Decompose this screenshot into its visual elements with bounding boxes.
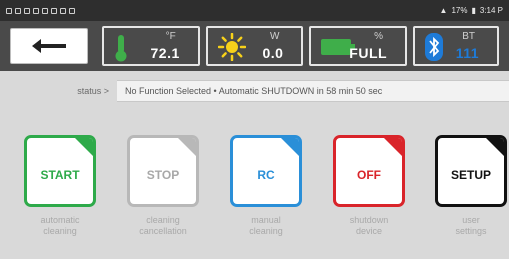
fold-corner: [381, 138, 402, 159]
stop-button[interactable]: STOP: [127, 135, 199, 207]
desc-line: automatic: [40, 215, 80, 225]
notification-icon: [51, 7, 57, 14]
setup-label: SETUP: [450, 168, 491, 182]
status-label: status >: [77, 86, 109, 96]
notification-icon: [24, 7, 30, 14]
temperature-unit: °F: [165, 31, 176, 42]
off-description: shutdown device: [329, 215, 409, 237]
status-row: status > No Function Selected • Automati…: [0, 78, 509, 104]
fold-corner: [72, 138, 93, 159]
function-setup: SETUP user settings: [435, 135, 507, 237]
function-stop: STOP cleaning cancellation: [127, 135, 199, 237]
notification-icon: [33, 7, 39, 14]
stop-description: cleaning cancellation: [123, 215, 203, 237]
battery-percent: 17%: [451, 6, 468, 15]
bluetooth-widget: BT 111: [413, 26, 500, 66]
setup-button[interactable]: SETUP: [435, 135, 507, 207]
status-message: No Function Selected • Automatic SHUTDOW…: [117, 80, 509, 102]
temperature-widget: °F 72.1: [102, 26, 200, 66]
fold-corner: [483, 138, 504, 159]
battery-icon: ▮: [471, 6, 476, 15]
rc-description: manual cleaning: [226, 215, 306, 237]
sun-icon: [217, 33, 246, 61]
light-widget: W 0.0: [205, 26, 304, 66]
desc-line: cleaning: [43, 226, 77, 236]
desc-line: user: [462, 215, 480, 225]
fold-corner: [175, 138, 196, 159]
notification-icon: [69, 7, 75, 14]
bluetooth-unit: BT: [462, 31, 476, 42]
bluetooth-value: 111: [455, 45, 480, 61]
bluetooth-icon: [425, 33, 444, 61]
notification-icon: [15, 7, 21, 14]
notification-icon: [6, 7, 12, 14]
android-status-bar: ▲ 17% ▮ 3:14 P: [0, 0, 509, 21]
setup-description: user settings: [431, 215, 509, 237]
top-widget-bar: °F 72.1 W 0.0 % FULL BT 111: [0, 21, 509, 71]
clock: 3:14 P: [479, 6, 503, 15]
signal-icon: ▲: [439, 6, 448, 15]
temperature-value: 72.1: [150, 45, 180, 61]
desc-line: shutdown: [349, 215, 389, 225]
rc-label: RC: [257, 168, 275, 182]
desc-line: cleaning: [249, 226, 283, 236]
fold-corner: [278, 138, 299, 159]
back-button[interactable]: [10, 28, 89, 64]
stop-label: STOP: [146, 168, 180, 182]
start-description: automatic cleaning: [20, 215, 100, 237]
function-rc: RC manual cleaning: [230, 135, 302, 237]
off-button[interactable]: OFF: [333, 135, 405, 207]
desc-line: settings: [455, 226, 487, 236]
notification-icon: [42, 7, 48, 14]
start-button[interactable]: START: [24, 135, 96, 207]
off-label: OFF: [357, 168, 381, 182]
light-value: 0.0: [262, 45, 284, 61]
light-unit: W: [269, 31, 280, 42]
function-start: START automatic cleaning: [24, 135, 96, 237]
desc-line: manual: [251, 215, 281, 225]
rc-button[interactable]: RC: [230, 135, 302, 207]
battery-value: FULL: [349, 45, 388, 61]
desc-line: cleaning: [146, 215, 180, 225]
start-label: START: [40, 168, 80, 182]
function-off: OFF shutdown device: [333, 135, 405, 237]
notification-icons: [6, 7, 75, 14]
battery-widget: % FULL: [309, 26, 408, 66]
desc-line: device: [355, 226, 382, 236]
desc-line: cancellation: [139, 226, 187, 236]
arrow-left-icon: [32, 39, 67, 53]
battery-unit: %: [374, 31, 384, 42]
notification-icon: [60, 7, 66, 14]
thermometer-icon: [115, 35, 127, 62]
